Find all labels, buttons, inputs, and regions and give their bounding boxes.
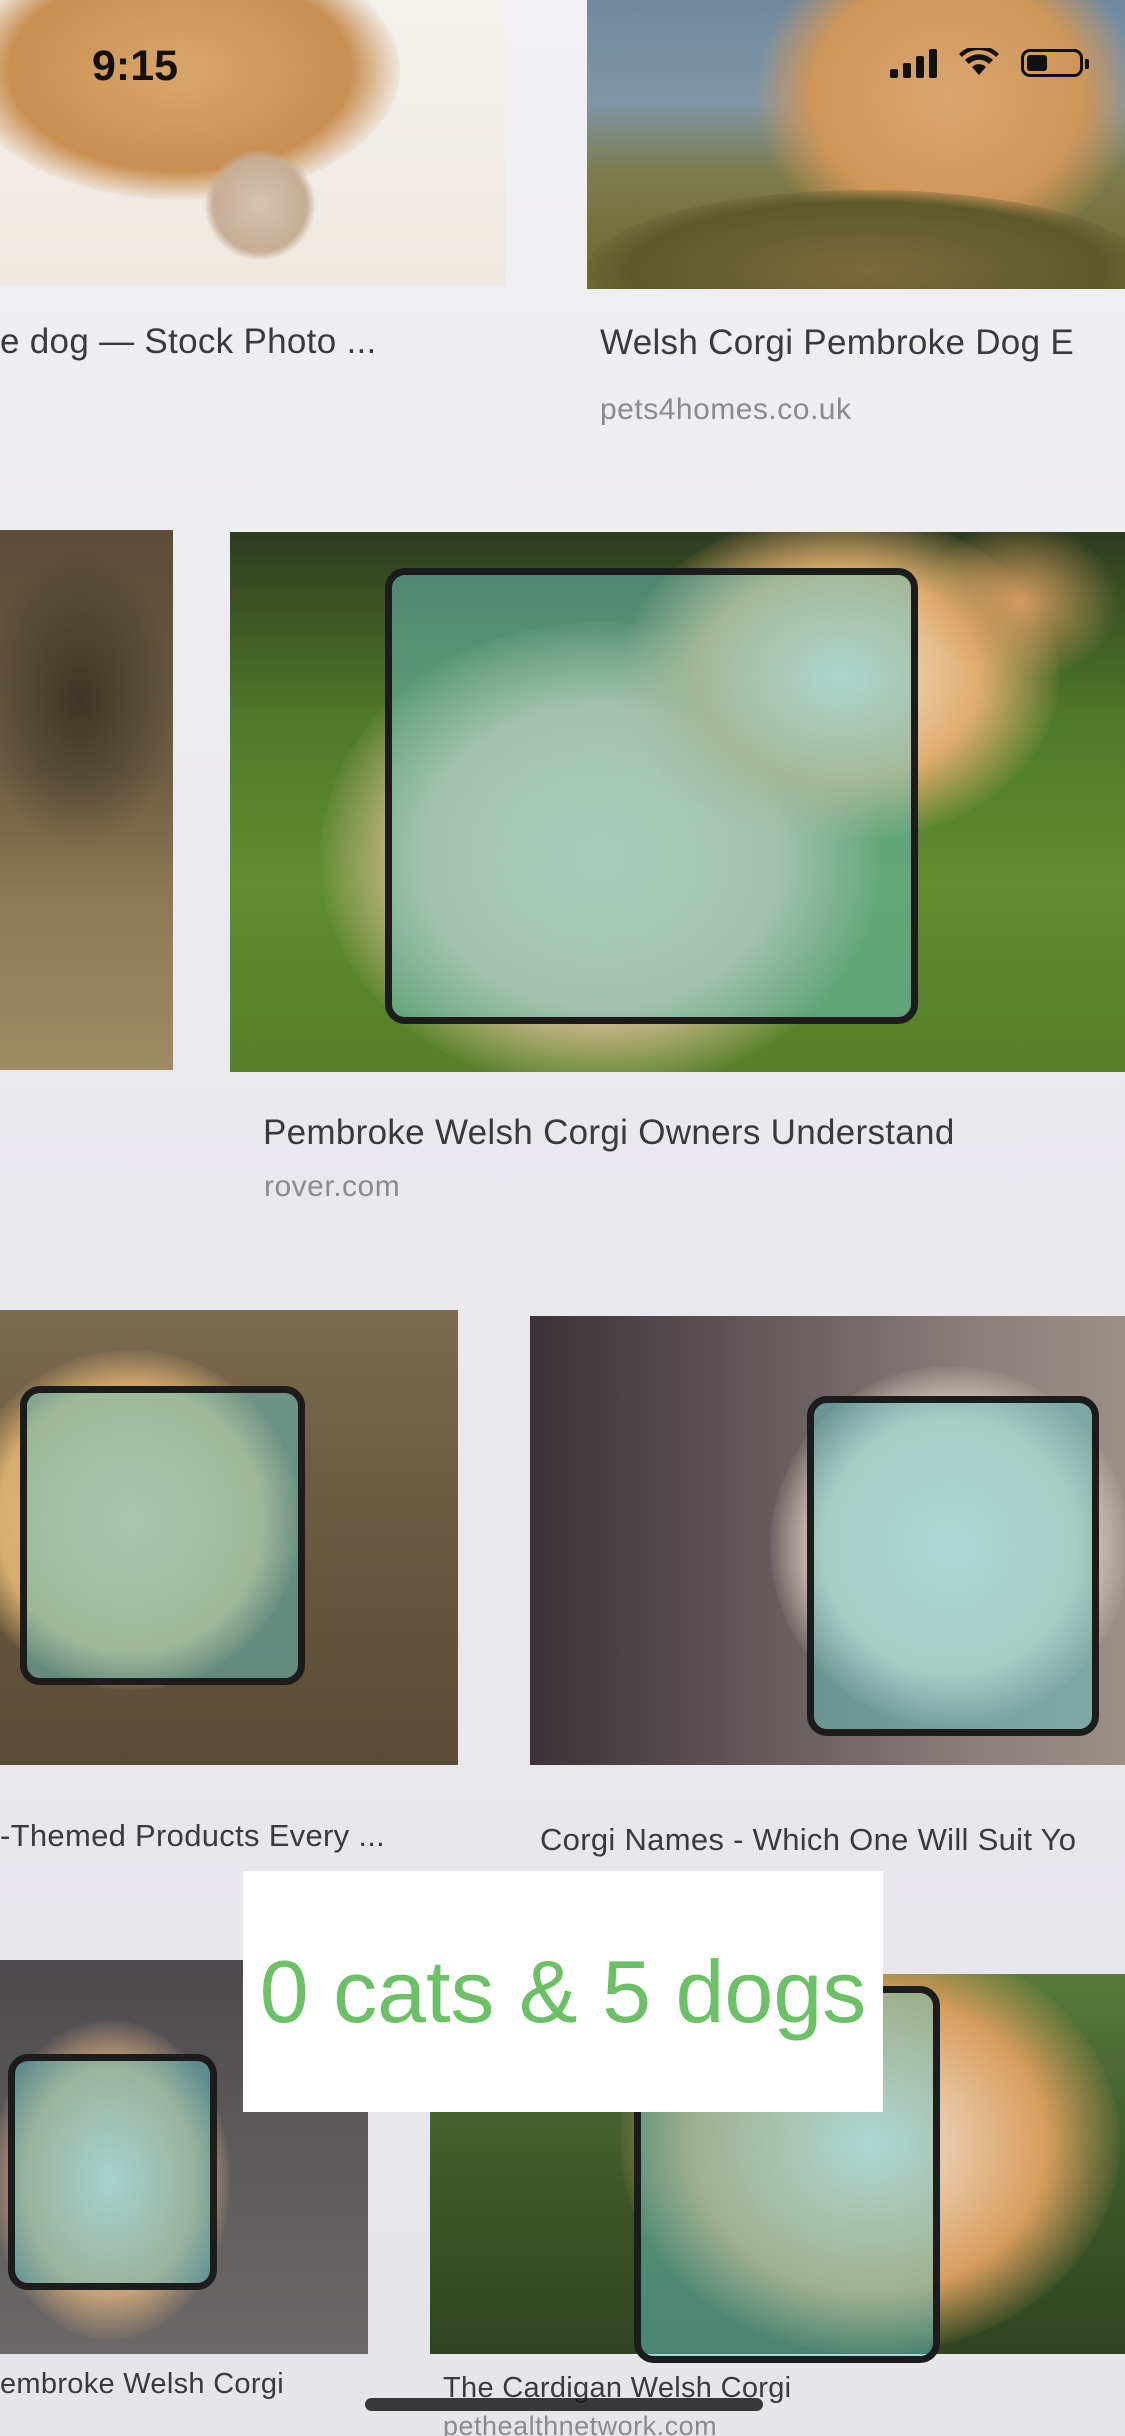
result-title[interactable]: embroke Welsh Corgi: [0, 2368, 284, 2401]
wifi-icon: [959, 48, 999, 75]
result-title[interactable]: Pembroke Welsh Corgi Owners Understand: [263, 1113, 955, 1153]
dog-detection-box: [20, 1386, 305, 1685]
result-title[interactable]: -Themed Products Every ...: [0, 1818, 385, 1854]
camera-view: e dog — Stock Photo ... Welsh Corgi Pemb…: [0, 0, 1125, 2436]
dog-detection-box: [8, 2054, 217, 2290]
dog-detection-box: [385, 568, 918, 1024]
result-source[interactable]: pethealthnetwork.com: [443, 2411, 717, 2436]
result-source[interactable]: rover.com: [264, 1170, 400, 1204]
result-image-pets4homes-corgi[interactable]: [587, 0, 1125, 289]
result-title[interactable]: Welsh Corgi Pembroke Dog E: [600, 323, 1074, 363]
dog-detection-box: [807, 1396, 1099, 1736]
result-title[interactable]: Corgi Names - Which One Will Suit Yo: [540, 1822, 1076, 1858]
battery-icon: [1021, 49, 1089, 77]
home-indicator[interactable]: [365, 2398, 763, 2411]
result-title[interactable]: e dog — Stock Photo ...: [0, 322, 377, 362]
status-icons: [890, 48, 1089, 78]
detection-count-panel: 0 cats & 5 dogs: [243, 1871, 883, 2112]
signal-icon: [890, 48, 937, 78]
result-image-stock-corgi[interactable]: [0, 0, 505, 285]
detection-count-label: 0 cats & 5 dogs: [259, 1941, 867, 2041]
result-source[interactable]: pets4homes.co.uk: [600, 393, 851, 427]
result-image-forest[interactable]: [0, 530, 173, 1070]
status-time: 9:15: [92, 42, 179, 90]
